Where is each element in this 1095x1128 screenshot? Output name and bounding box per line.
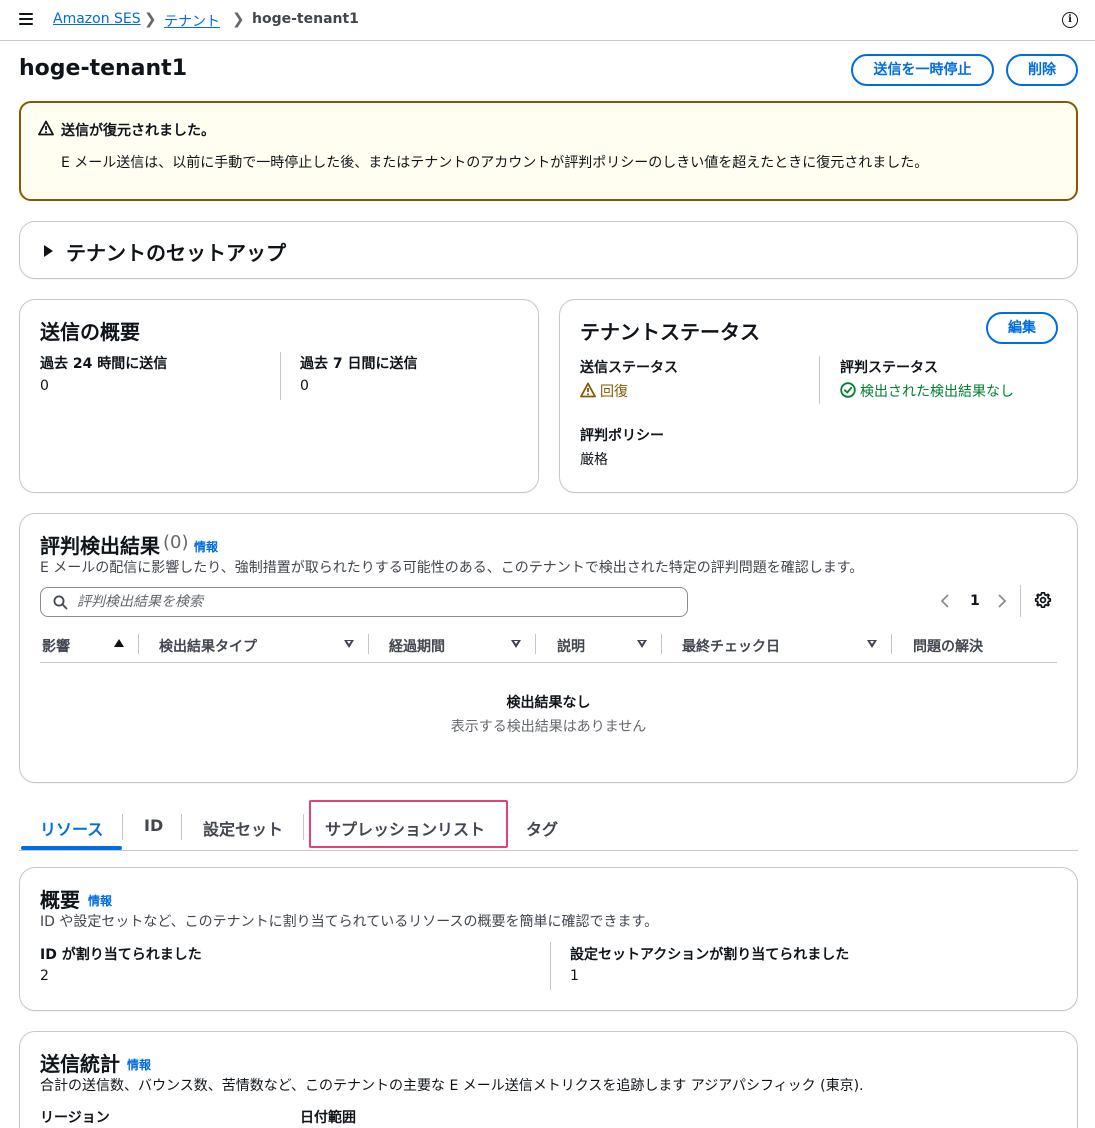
sort-descending-icon[interactable] xyxy=(867,640,877,648)
warning-icon xyxy=(38,120,54,136)
sent-7d-label: 過去 7 日間に送信 xyxy=(300,356,418,372)
tab-resources[interactable]: リソース xyxy=(40,816,103,840)
tenant-setup-section[interactable]: テナントのセットアップ xyxy=(19,221,1078,279)
sort-descending-icon[interactable] xyxy=(511,640,521,648)
column-divider xyxy=(138,634,139,654)
hamburger-menu-icon[interactable] xyxy=(19,13,33,26)
warning-alert: 送信が復元されました。 E メール送信は、以前に手動で一時停止した後、またはテナ… xyxy=(19,101,1078,201)
tenant-status-title: テナントステータス xyxy=(580,320,760,344)
identities-assigned-value: 2 xyxy=(40,968,49,984)
sending-summary-title: 送信の概要 xyxy=(40,320,140,344)
reputation-policy-label: 評判ポリシー xyxy=(580,428,664,444)
column-header-resolution[interactable]: 問題の解決 xyxy=(913,636,983,656)
column-divider xyxy=(535,634,536,654)
sent-24h-label: 過去 24 時間に送信 xyxy=(40,356,168,372)
tabs-border xyxy=(19,850,1078,851)
reputation-status-value: 検出された検出結果なし xyxy=(860,384,1014,400)
column-header-elapsed[interactable]: 経過期間 xyxy=(389,636,445,656)
top-navigation: Amazon SES ❯ テナント ❯ hoge-tenant1 i xyxy=(0,0,1095,41)
alert-body: E メール送信は、以前に手動で一時停止した後、またはテナントのアカウントが評判ポ… xyxy=(61,155,929,171)
breadcrumb-tenants[interactable]: テナント xyxy=(164,11,220,31)
pagination-current-page[interactable]: 1 xyxy=(970,593,980,609)
findings-search-input[interactable] xyxy=(77,592,667,612)
divider xyxy=(1020,585,1021,617)
findings-count: (0) xyxy=(163,532,189,553)
delete-button[interactable]: 削除 xyxy=(1006,54,1078,86)
sending-stats-title: 送信統計 xyxy=(40,1052,120,1076)
divider xyxy=(280,352,281,400)
highlight-box xyxy=(309,800,508,848)
page-title: hoge-tenant1 xyxy=(19,56,188,81)
divider xyxy=(819,356,820,404)
reputation-status-label: 評判ステータス xyxy=(840,360,938,376)
settings-gear-icon[interactable] xyxy=(1034,591,1052,609)
sort-descending-icon[interactable] xyxy=(344,640,354,648)
caret-right-icon[interactable] xyxy=(43,245,53,257)
column-header-finding-type[interactable]: 検出結果タイプ xyxy=(159,636,257,656)
overview-info-link[interactable]: 情報 xyxy=(88,892,112,909)
sending-status-value: 回復 xyxy=(600,384,628,400)
overview-description: ID や設定セットなど、このテナントに割り当てられているリソースの概要を簡単に確… xyxy=(40,914,659,930)
tab-configuration-sets[interactable]: 設定セット xyxy=(203,816,283,840)
chevron-right-icon: ❯ xyxy=(144,10,157,28)
pause-sending-button[interactable]: 送信を一時停止 xyxy=(851,54,994,86)
overview-title: 概要 xyxy=(40,888,80,912)
sending-stats-info-link[interactable]: 情報 xyxy=(127,1056,151,1073)
column-header-last-checked[interactable]: 最終チェック日 xyxy=(682,636,780,656)
warning-icon xyxy=(580,382,596,398)
chevron-right-icon[interactable] xyxy=(997,594,1007,608)
info-icon[interactable]: i xyxy=(1062,12,1078,28)
column-header-impact[interactable]: 影響 xyxy=(42,636,70,656)
chevron-right-icon: ❯ xyxy=(232,10,245,28)
config-set-actions-label: 設定セットアクションが割り当てられました xyxy=(570,947,850,963)
column-divider xyxy=(368,634,369,654)
findings-description: E メールの配信に影響したり、強制措置が取られたりする可能性のある、このテナント… xyxy=(40,560,864,576)
tab-divider xyxy=(122,814,123,840)
breadcrumb-current: hoge-tenant1 xyxy=(252,11,359,27)
search-icon xyxy=(53,595,68,610)
sending-stats-description: 合計の送信数、バウンス数、苦情数など、このテナントの主要な E メール送信メトリ… xyxy=(40,1078,864,1094)
tab-divider xyxy=(181,814,182,840)
divider xyxy=(550,942,551,990)
region-label: リージョン xyxy=(40,1110,110,1126)
empty-state-text: 表示する検出結果はありません xyxy=(450,719,647,735)
date-range-label: 日付範囲 xyxy=(300,1110,356,1126)
tab-divider xyxy=(303,814,304,840)
edit-button[interactable]: 編集 xyxy=(986,312,1058,344)
reputation-policy-value: 厳格 xyxy=(580,452,608,468)
identities-assigned-label: ID が割り当てられました xyxy=(40,947,202,963)
findings-info-link[interactable]: 情報 xyxy=(194,538,218,555)
tenant-setup-title[interactable]: テナントのセットアップ xyxy=(66,237,286,266)
sent-7d-value: 0 xyxy=(300,378,309,394)
config-set-actions-value: 1 xyxy=(570,968,579,984)
column-divider xyxy=(661,634,662,654)
findings-search-box[interactable] xyxy=(40,587,688,617)
sending-status-label: 送信ステータス xyxy=(580,360,678,376)
tenant-status-card: テナントステータス 編集 送信ステータス 回復 評判ステータス 検出された検出結… xyxy=(559,299,1078,493)
success-check-icon xyxy=(840,382,856,398)
sending-stats-card: 送信統計 情報 合計の送信数、バウンス数、苦情数など、このテナントの主要な E … xyxy=(19,1031,1078,1128)
sort-ascending-icon[interactable] xyxy=(114,639,124,647)
tab-tags[interactable]: タグ xyxy=(526,816,558,840)
empty-state-title: 検出結果なし xyxy=(506,695,591,711)
alert-title: 送信が復元されました。 xyxy=(61,123,215,139)
column-header-description[interactable]: 説明 xyxy=(557,636,585,656)
overview-card: 概要 情報 ID や設定セットなど、このテナントに割り当てられているリソースの概… xyxy=(19,867,1078,1011)
sending-summary-card: 送信の概要 過去 24 時間に送信 0 過去 7 日間に送信 0 xyxy=(19,299,539,493)
chevron-left-icon[interactable] xyxy=(940,594,950,608)
column-divider xyxy=(891,634,892,654)
breadcrumb-amazon-ses[interactable]: Amazon SES xyxy=(53,11,141,27)
findings-title: 評判検出結果 xyxy=(40,534,160,558)
sent-24h-value: 0 xyxy=(40,378,49,394)
tab-identities[interactable]: ID xyxy=(144,816,163,835)
table-header-border xyxy=(40,662,1057,663)
sort-descending-icon[interactable] xyxy=(637,640,647,648)
